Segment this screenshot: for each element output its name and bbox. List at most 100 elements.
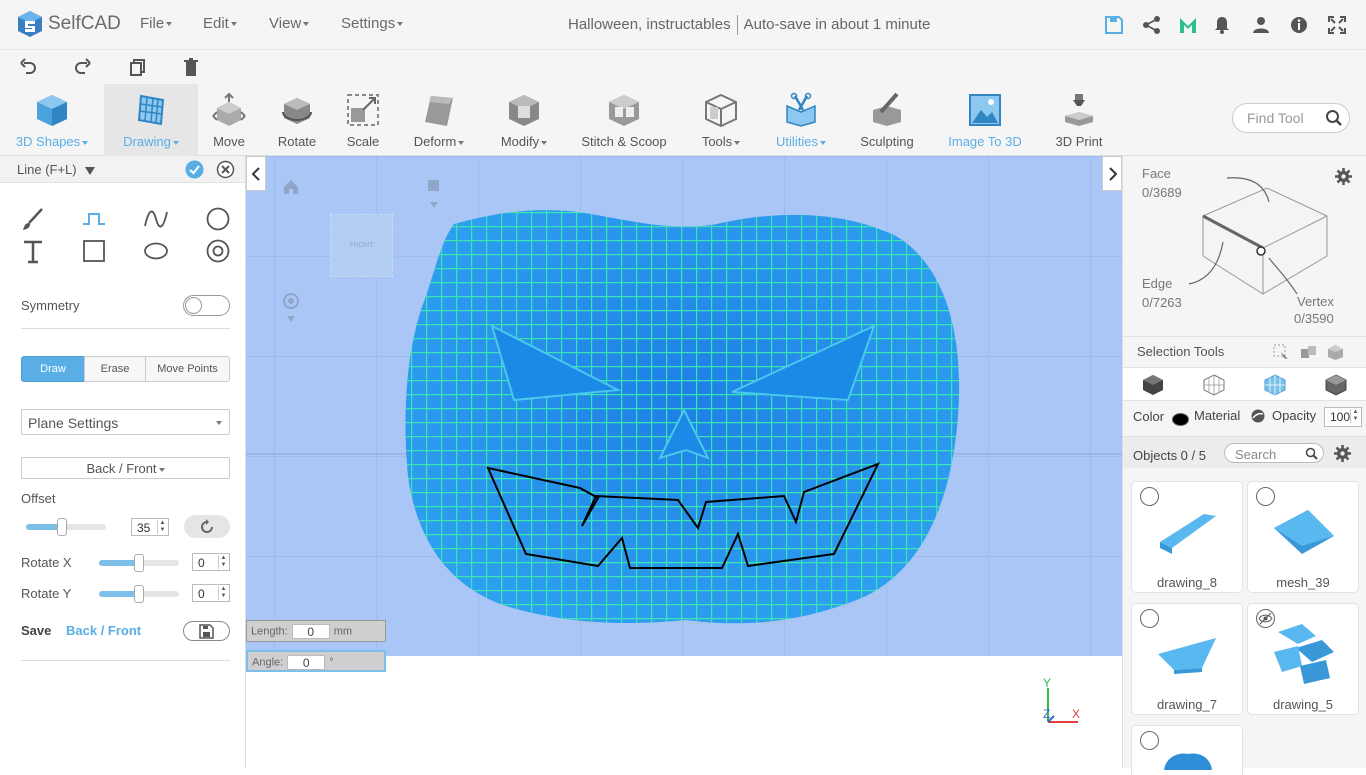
tool-image-to-3d[interactable]: Image To 3D xyxy=(940,84,1030,156)
rotate-y-input[interactable]: 0 ▲ ▼ xyxy=(192,584,230,602)
object-mode-icon[interactable] xyxy=(1142,374,1164,396)
rotate-icon xyxy=(282,98,312,124)
ellipse-icon[interactable] xyxy=(143,238,169,264)
edge-mode-icon[interactable] xyxy=(1264,374,1286,396)
camera-projection-icon[interactable] xyxy=(426,178,442,208)
object-select-radio[interactable] xyxy=(1256,487,1275,506)
tool-utilities[interactable]: Utilities xyxy=(766,84,836,156)
slider-handle[interactable] xyxy=(57,518,67,536)
ring-icon[interactable] xyxy=(205,238,231,264)
tool-drawing[interactable]: Drawing xyxy=(104,84,198,156)
find-tool-search[interactable]: Find Tool xyxy=(1232,103,1350,133)
redo-icon[interactable] xyxy=(73,57,93,77)
rotate-x-slider[interactable] xyxy=(99,554,179,572)
tool-3d-shapes[interactable]: 3D Shapes xyxy=(0,84,104,156)
close-icon[interactable] xyxy=(216,160,235,179)
save-icon[interactable] xyxy=(1104,15,1124,35)
menu-settings[interactable]: Settings xyxy=(341,15,404,32)
tool-rotate[interactable]: Rotate xyxy=(264,84,330,156)
angle-input[interactable]: 0 xyxy=(287,655,326,670)
stepper-icon[interactable]: ▲ ▼ xyxy=(218,586,228,600)
curve-icon[interactable] xyxy=(143,206,169,232)
3d-viewport[interactable]: FRONT Length: 0 mm xyxy=(246,156,1122,656)
object-card-drawing-5[interactable]: drawing_5 xyxy=(1247,603,1359,715)
symmetry-toggle[interactable] xyxy=(183,295,230,316)
face-mode-icon[interactable] xyxy=(1203,374,1225,396)
slider-handle[interactable] xyxy=(134,554,144,572)
object-select-radio[interactable] xyxy=(1140,731,1159,750)
selection-cube-diagram[interactable] xyxy=(1179,172,1339,298)
pulse-line-icon[interactable] xyxy=(81,206,107,232)
info-icon[interactable] xyxy=(1289,15,1309,35)
object-thumbnail xyxy=(1274,624,1334,684)
tool-sculpting[interactable]: Sculpting xyxy=(852,84,922,156)
tool-stitch-scoop[interactable]: Stitch & Scoop xyxy=(574,84,674,156)
myminifactory-icon[interactable] xyxy=(1178,15,1198,35)
pumpkin-model[interactable] xyxy=(405,210,960,624)
offset-slider[interactable] xyxy=(26,518,106,536)
reset-offset-button[interactable] xyxy=(184,515,230,538)
menu-view[interactable]: View xyxy=(269,15,310,32)
plane-settings-dropdown[interactable]: Plane Settings xyxy=(21,409,230,435)
copy-icon[interactable] xyxy=(127,57,147,77)
stepper-icon[interactable]: ▲ ▼ xyxy=(218,555,228,569)
home-view-icon[interactable] xyxy=(282,178,300,196)
save-plane-link[interactable]: Back / Front xyxy=(66,623,141,638)
collapse-right-panel-button[interactable] xyxy=(1102,156,1122,191)
view-cube[interactable]: FRONT xyxy=(330,214,393,277)
select-cubes-icon[interactable] xyxy=(1300,344,1317,361)
save-plane-button[interactable] xyxy=(183,621,230,641)
fullscreen-icon[interactable] xyxy=(1327,15,1347,35)
mode-erase-button[interactable]: Erase xyxy=(84,356,146,382)
menu-file[interactable]: File xyxy=(140,15,173,32)
undo-icon[interactable] xyxy=(18,57,38,77)
delete-trash-icon[interactable] xyxy=(181,57,201,77)
tool-move[interactable]: Move xyxy=(198,84,260,156)
length-input[interactable]: 0 xyxy=(291,624,330,639)
select-object-icon[interactable] xyxy=(1327,344,1344,361)
opacity-value: 100 xyxy=(1330,410,1351,424)
color-swatch[interactable] xyxy=(1172,413,1189,426)
confirm-check-icon[interactable] xyxy=(185,160,204,179)
object-select-radio[interactable] xyxy=(1140,487,1159,506)
target-focus-icon[interactable] xyxy=(282,292,300,322)
plane-select[interactable]: Back / Front xyxy=(21,457,230,479)
notifications-bell-icon[interactable] xyxy=(1212,15,1232,35)
tool-3d-print[interactable]: 3D Print xyxy=(1046,84,1112,156)
tool-deform[interactable]: Deform xyxy=(402,84,476,156)
sculpting-icon xyxy=(873,92,901,126)
user-account-icon[interactable] xyxy=(1251,15,1271,35)
circle-icon[interactable] xyxy=(205,206,231,232)
stepper-icon[interactable]: ▲ ▼ xyxy=(1350,409,1360,423)
slider-handle[interactable] xyxy=(134,585,144,603)
select-box-icon[interactable] xyxy=(1273,344,1289,360)
share-icon[interactable] xyxy=(1142,15,1162,35)
color-label: Color xyxy=(1133,409,1165,424)
object-card-mesh-39[interactable]: mesh_39 xyxy=(1247,481,1359,593)
mode-draw-button[interactable]: Draw xyxy=(21,356,85,382)
vertex-mode-icon[interactable] xyxy=(1325,374,1347,396)
rotate-y-slider[interactable] xyxy=(99,585,179,603)
history-bar xyxy=(0,50,1366,84)
brush-icon[interactable] xyxy=(20,206,46,232)
offset-input[interactable]: 35 ▲ ▼ xyxy=(131,518,169,536)
square-icon[interactable] xyxy=(81,238,107,264)
dropdown-triangle-icon[interactable] xyxy=(84,166,95,175)
tool-scale[interactable]: Scale xyxy=(334,84,392,156)
mode-move-points-button[interactable]: Move Points xyxy=(145,356,230,382)
material-sphere-icon[interactable] xyxy=(1251,409,1265,423)
stepper-icon[interactable]: ▲ ▼ xyxy=(157,520,167,534)
objects-settings-gear-icon[interactable] xyxy=(1334,445,1351,462)
tool-tools[interactable]: Tools xyxy=(690,84,752,156)
menu-edit[interactable]: Edit xyxy=(203,15,237,32)
object-card-drawing-8[interactable]: drawing_8 xyxy=(1131,481,1243,593)
selfcad-logo[interactable]: SelfCAD xyxy=(16,9,121,39)
object-select-radio[interactable] xyxy=(1140,609,1159,628)
text-icon[interactable] xyxy=(20,238,46,264)
collapse-left-panel-button[interactable] xyxy=(246,156,266,191)
objects-search-input[interactable]: Search xyxy=(1224,443,1324,463)
object-card-drawing-7[interactable]: drawing_7 xyxy=(1131,603,1243,715)
tool-modify[interactable]: Modify xyxy=(490,84,558,156)
rotate-x-input[interactable]: 0 ▲ ▼ xyxy=(192,553,230,571)
opacity-input[interactable]: 100 ▲ ▼ xyxy=(1324,407,1362,427)
